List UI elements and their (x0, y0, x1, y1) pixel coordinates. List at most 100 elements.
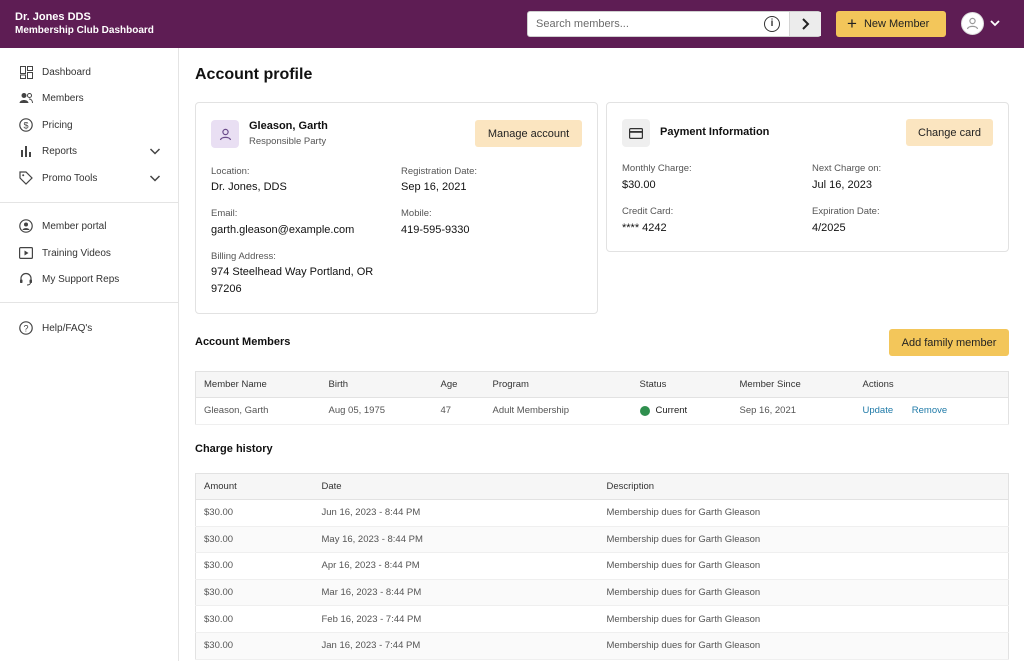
charge-description: Membership dues for Garth Gleason (598, 605, 1009, 633)
monthly-charge-label: Monthly Charge: (622, 163, 692, 174)
table-row: $30.00 Jun 16, 2023 - 8:44 PM Membership… (195, 499, 1009, 527)
update-link[interactable]: Update (863, 405, 894, 416)
charge-date: Jan 16, 2023 - 7:44 PM (313, 632, 599, 660)
column-header: Actions (854, 371, 1009, 398)
sidebar-item-support-reps[interactable]: My Support Reps (18, 270, 163, 288)
location-value: Dr. Jones, DDS (211, 181, 287, 193)
column-header: Amount (195, 473, 314, 500)
charge-history-table: Amount Date Description $30.00 Jun 16, 2… (195, 473, 1009, 660)
new-member-button[interactable]: + New Member (836, 11, 946, 37)
mobile-label: Mobile: (401, 208, 432, 219)
add-family-member-button[interactable]: Add family member (889, 329, 1009, 356)
sidebar-item-help[interactable]: ? Help/FAQ's (18, 319, 163, 337)
sidebar-item-dashboard[interactable]: Dashboard (18, 63, 163, 81)
pricing-icon: $ (18, 117, 34, 133)
column-header: Member Since (731, 371, 855, 398)
reports-icon (18, 143, 34, 159)
column-header: Date (313, 473, 599, 500)
status-text: Current (655, 405, 688, 417)
location-label: Location: (211, 166, 250, 177)
members-icon (18, 90, 34, 106)
registration-label: Registration Date: (401, 166, 478, 177)
remove-link[interactable]: Remove (912, 405, 947, 416)
sidebar-item-reports[interactable]: Reports (18, 142, 163, 160)
person-icon (211, 120, 239, 148)
charge-description: Membership dues for Garth Gleason (598, 552, 1009, 580)
next-charge-label: Next Charge on: (812, 163, 882, 174)
credit-card-value: **** 4242 (622, 222, 667, 234)
chevron-right-icon (801, 18, 809, 30)
user-avatar[interactable] (961, 12, 984, 35)
search-submit-button[interactable] (789, 12, 821, 36)
status-dot-icon (639, 405, 650, 416)
member-program: Adult Membership (484, 397, 632, 425)
headset-icon (18, 271, 34, 287)
table-header-row: Amount Date Description (195, 473, 1009, 500)
manage-account-button[interactable]: Manage account (475, 120, 582, 147)
billing-label: Billing Address: (211, 251, 276, 262)
billing-line1: 974 Steelhead Way Portland, OR (211, 266, 374, 278)
chevron-down-icon[interactable] (989, 16, 1001, 30)
account-name: Gleason, Garth (249, 120, 328, 132)
charge-history-title: Charge history (195, 443, 273, 455)
sidebar-item-promo-tools[interactable]: Promo Tools (18, 169, 163, 187)
charge-description: Membership dues for Garth Gleason (598, 499, 1009, 527)
column-header: Member Name (195, 371, 321, 398)
change-card-button[interactable]: Change card (906, 119, 993, 146)
sidebar-item-label: Training Videos (42, 247, 111, 259)
page-title: Account profile (195, 66, 313, 83)
charge-description: Membership dues for Garth Gleason (598, 526, 1009, 554)
charge-amount: $30.00 (195, 499, 314, 527)
video-icon (18, 245, 34, 261)
next-charge-value: Jul 16, 2023 (812, 179, 872, 191)
charge-date: May 16, 2023 - 8:44 PM (313, 526, 599, 554)
sidebar-item-member-portal[interactable]: Member portal (18, 217, 163, 235)
portal-icon (18, 218, 34, 234)
tag-icon (18, 170, 34, 186)
sidebar-item-label: Pricing (42, 119, 73, 131)
svg-text:$: $ (23, 120, 28, 130)
chevron-down-icon[interactable] (149, 145, 161, 157)
help-icon: ? (18, 320, 34, 336)
chevron-down-icon[interactable] (149, 172, 161, 184)
column-header: Description (598, 473, 1009, 500)
svg-text:?: ? (23, 323, 28, 333)
table-row: $30.00 Mar 16, 2023 - 8:44 PM Membership… (195, 579, 1009, 607)
registration-value: Sep 16, 2021 (401, 181, 467, 193)
charge-description: Membership dues for Garth Gleason (598, 579, 1009, 607)
dashboard-icon (18, 64, 34, 80)
expiration-label: Expiration Date: (812, 206, 880, 217)
new-member-label: New Member (863, 18, 930, 30)
sidebar-item-label: My Support Reps (42, 273, 120, 285)
sidebar-item-label: Dashboard (42, 66, 91, 78)
charge-date: Mar 16, 2023 - 8:44 PM (313, 579, 599, 607)
sidebar-item-training-videos[interactable]: Training Videos (18, 244, 163, 262)
monthly-charge-value: $30.00 (622, 179, 656, 191)
search-input[interactable] (528, 12, 758, 36)
member-name: Gleason, Garth (195, 397, 321, 425)
member-birth: Aug 05, 1975 (320, 397, 433, 425)
charge-amount: $30.00 (195, 552, 314, 580)
table-header-row: Member Name Birth Age Program Status Mem… (195, 371, 1009, 398)
member-age: 47 (432, 397, 485, 425)
account-members-title: Account Members (195, 336, 291, 348)
sidebar-divider (0, 302, 178, 303)
column-header: Program (484, 371, 632, 398)
credit-card-label: Credit Card: (622, 206, 674, 217)
sidebar-item-members[interactable]: Members (18, 89, 163, 107)
column-header: Birth (320, 371, 433, 398)
sidebar-item-label: Members (42, 92, 84, 104)
mobile-value: 419-595-9330 (401, 224, 470, 236)
email-label: Email: (211, 208, 238, 219)
expiration-value: 4/2025 (812, 222, 846, 234)
table-row: $30.00 Apr 16, 2023 - 8:44 PM Membership… (195, 552, 1009, 580)
table-row: Gleason, Garth Aug 05, 1975 47 Adult Mem… (195, 397, 1009, 425)
charge-description: Membership dues for Garth Gleason (598, 632, 1009, 660)
practice-name: Dr. Jones DDS (15, 11, 91, 23)
info-icon[interactable]: i (764, 16, 780, 32)
sidebar-item-pricing[interactable]: $ Pricing (18, 116, 163, 134)
member-since: Sep 16, 2021 (731, 397, 855, 425)
sidebar-item-label: Member portal (42, 220, 107, 232)
sidebar-item-label: Help/FAQ's (42, 322, 93, 334)
charge-date: Feb 16, 2023 - 7:44 PM (313, 605, 599, 633)
